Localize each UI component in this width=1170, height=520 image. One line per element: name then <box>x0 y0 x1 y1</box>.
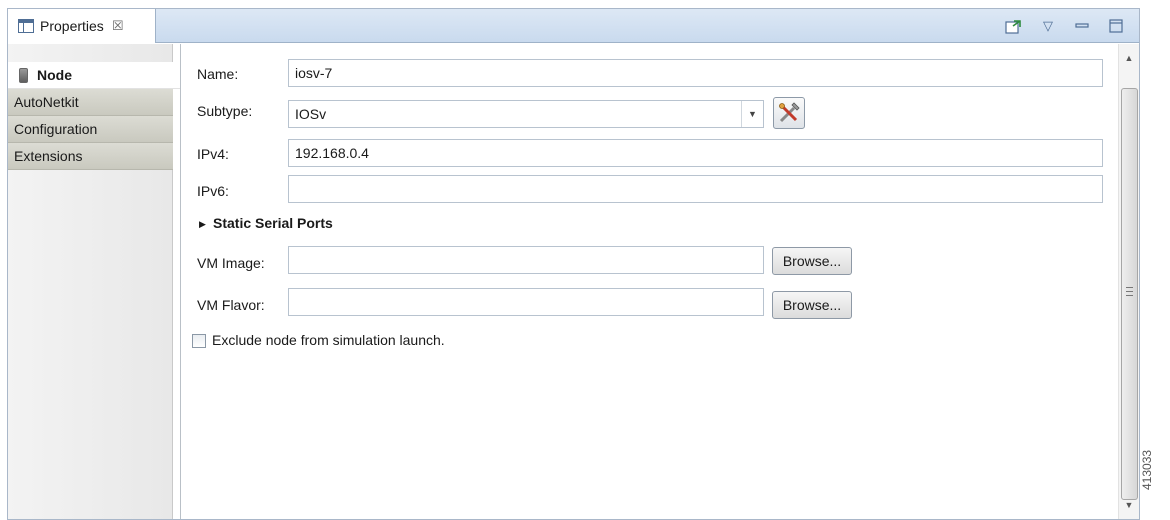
name-label: Name: <box>197 66 239 82</box>
name-field[interactable]: iosv-7 <box>288 59 1103 87</box>
subtype-label: Subtype: <box>197 103 253 119</box>
exclude-node-checkbox[interactable] <box>192 334 206 348</box>
vm-flavor-field[interactable] <box>288 288 764 316</box>
ipv6-label: IPv6: <box>197 183 229 199</box>
subtype-config-button[interactable] <box>773 97 805 129</box>
properties-tab[interactable]: Properties ☒ <box>8 9 156 43</box>
ipv4-field[interactable]: 192.168.0.4 <box>288 139 1103 167</box>
nav-item-label: Node <box>37 67 72 83</box>
scrollbar-thumb[interactable] <box>1121 88 1138 500</box>
nav-item-extensions[interactable]: Extensions <box>8 143 173 170</box>
vm-image-browse-button[interactable]: Browse... <box>772 247 852 275</box>
chevron-down-icon[interactable]: ▼ <box>741 101 763 127</box>
nav-item-autonetkit[interactable]: AutoNetkit <box>8 89 173 116</box>
ipv4-label: IPv4: <box>197 146 229 162</box>
close-icon[interactable]: ☒ <box>112 18 124 34</box>
vm-image-field[interactable] <box>288 246 764 274</box>
static-serial-ports-section[interactable]: Static Serial Ports <box>213 215 333 231</box>
scroll-down-icon[interactable]: ▼ <box>1119 495 1139 515</box>
nav-item-label: Configuration <box>14 121 98 137</box>
pin-editor-icon[interactable] <box>1005 17 1023 35</box>
exclude-node-label[interactable]: Exclude node from simulation launch. <box>212 332 445 348</box>
subtype-select[interactable]: IOSv ▼ <box>288 100 764 128</box>
minimize-icon[interactable] <box>1073 17 1091 35</box>
view-menu-icon[interactable]: ▽ <box>1039 17 1057 35</box>
configure-tools-icon <box>779 102 800 123</box>
ipv6-field[interactable] <box>288 175 1103 203</box>
tab-title: Properties <box>40 18 104 34</box>
properties-icon <box>18 19 34 33</box>
vm-image-label: VM Image: <box>197 255 265 271</box>
grip-icon <box>1126 287 1133 296</box>
vm-flavor-label: VM Flavor: <box>197 297 265 313</box>
vertical-scrollbar[interactable]: ▲ ▼ <box>1118 44 1139 519</box>
properties-view: Properties ☒ ▽ Node AutoNetkit Configura… <box>7 8 1140 520</box>
nav-item-configuration[interactable]: Configuration <box>8 116 173 143</box>
property-tabs: Node AutoNetkit Configuration Extensions <box>8 44 181 519</box>
vm-flavor-browse-button[interactable]: Browse... <box>772 291 852 319</box>
nav-item-node[interactable]: Node <box>8 62 180 89</box>
maximize-icon[interactable] <box>1107 17 1125 35</box>
node-icon <box>19 67 28 83</box>
view-titlebar: Properties ☒ ▽ <box>8 9 1139 43</box>
nav-item-label: AutoNetkit <box>14 94 79 110</box>
subtype-value: IOSv <box>295 106 327 122</box>
view-actions: ▽ <box>1005 17 1125 35</box>
scroll-up-icon[interactable]: ▲ <box>1119 48 1139 68</box>
figure-id: 413033 <box>1140 449 1154 490</box>
expand-toggle-icon[interactable]: ▶ <box>199 219 206 230</box>
nav-item-label: Extensions <box>14 148 83 164</box>
